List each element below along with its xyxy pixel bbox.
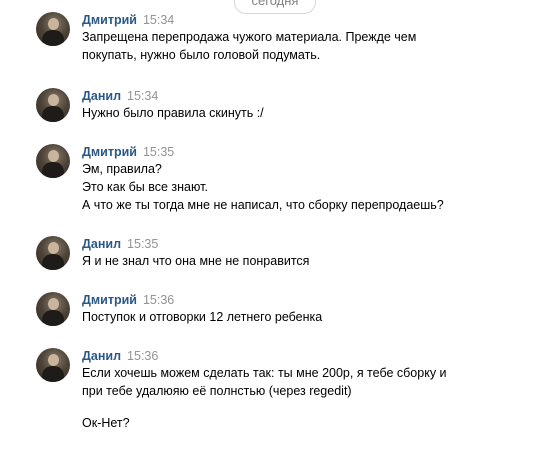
author-name[interactable]: Данил [82, 349, 121, 363]
message-header: Данил 15:36 [82, 348, 540, 364]
message-time[interactable]: 15:34 [143, 13, 174, 27]
message-text: Я и не знал что она мне не понравится [82, 254, 310, 268]
message-content: Дмитрий 15:35 Эм, правила? Это как бы все… [82, 144, 540, 214]
message-time[interactable]: 15:34 [127, 89, 158, 103]
avatar[interactable] [36, 348, 70, 382]
message-content: Данил 15:34 Нужно было правила скинуть :/ [82, 88, 540, 122]
author-name[interactable]: Дмитрий [82, 293, 137, 307]
message-content: Данил 15:36 Если хочешь можем сделать так… [82, 348, 540, 432]
message-text: Запрещена перепродажа чужого материала. … [82, 30, 417, 44]
message-text: покупать, нужно было головой подумать. [82, 48, 321, 62]
author-name[interactable]: Данил [82, 237, 121, 251]
message-text: А что же ты тогда мне не написал, что сб… [82, 198, 444, 212]
message-content: Дмитрий 15:36 Поступок и отговорки 12 лет… [82, 292, 540, 326]
message-text: Эм, правила? [82, 162, 162, 176]
message-header: Дмитрий 15:36 [82, 292, 540, 308]
message-content: Данил 15:35 Я и не знал что она мне не по… [82, 236, 540, 270]
avatar[interactable] [36, 236, 70, 270]
message-header: Дмитрий 15:34 [82, 12, 540, 28]
avatar[interactable] [36, 12, 70, 46]
avatar[interactable] [36, 88, 70, 122]
message-text: Поступок и отговорки 12 летнего ребенка [82, 310, 323, 324]
message-time[interactable]: 15:36 [127, 349, 158, 363]
message-text: при тебе удалюяю её полнстью (через rege… [82, 384, 352, 398]
author-name[interactable]: Дмитрий [82, 13, 137, 27]
message-header: Данил 15:35 [82, 236, 540, 252]
message-time[interactable]: 15:35 [127, 237, 158, 251]
author-name[interactable]: Дмитрий [82, 145, 137, 159]
message-header: Данил 15:34 [82, 88, 540, 104]
message-content: Дмитрий 15:34 Запрещена перепродажа чужог… [82, 12, 540, 64]
message-text: Нужно было правила скинуть :/ [82, 106, 264, 120]
message-header: Дмитрий 15:35 [82, 144, 540, 160]
avatar[interactable] [36, 144, 70, 178]
avatar[interactable] [36, 292, 70, 326]
message-time[interactable]: 15:36 [143, 293, 174, 307]
message-time[interactable]: 15:35 [143, 145, 174, 159]
message-text: Если хочешь можем сделать так: ты мне 20… [82, 366, 447, 380]
message-text: Это как бы все знают. [82, 180, 208, 194]
author-name[interactable]: Данил [82, 89, 121, 103]
message-text: Ок-Нет? [82, 416, 130, 430]
